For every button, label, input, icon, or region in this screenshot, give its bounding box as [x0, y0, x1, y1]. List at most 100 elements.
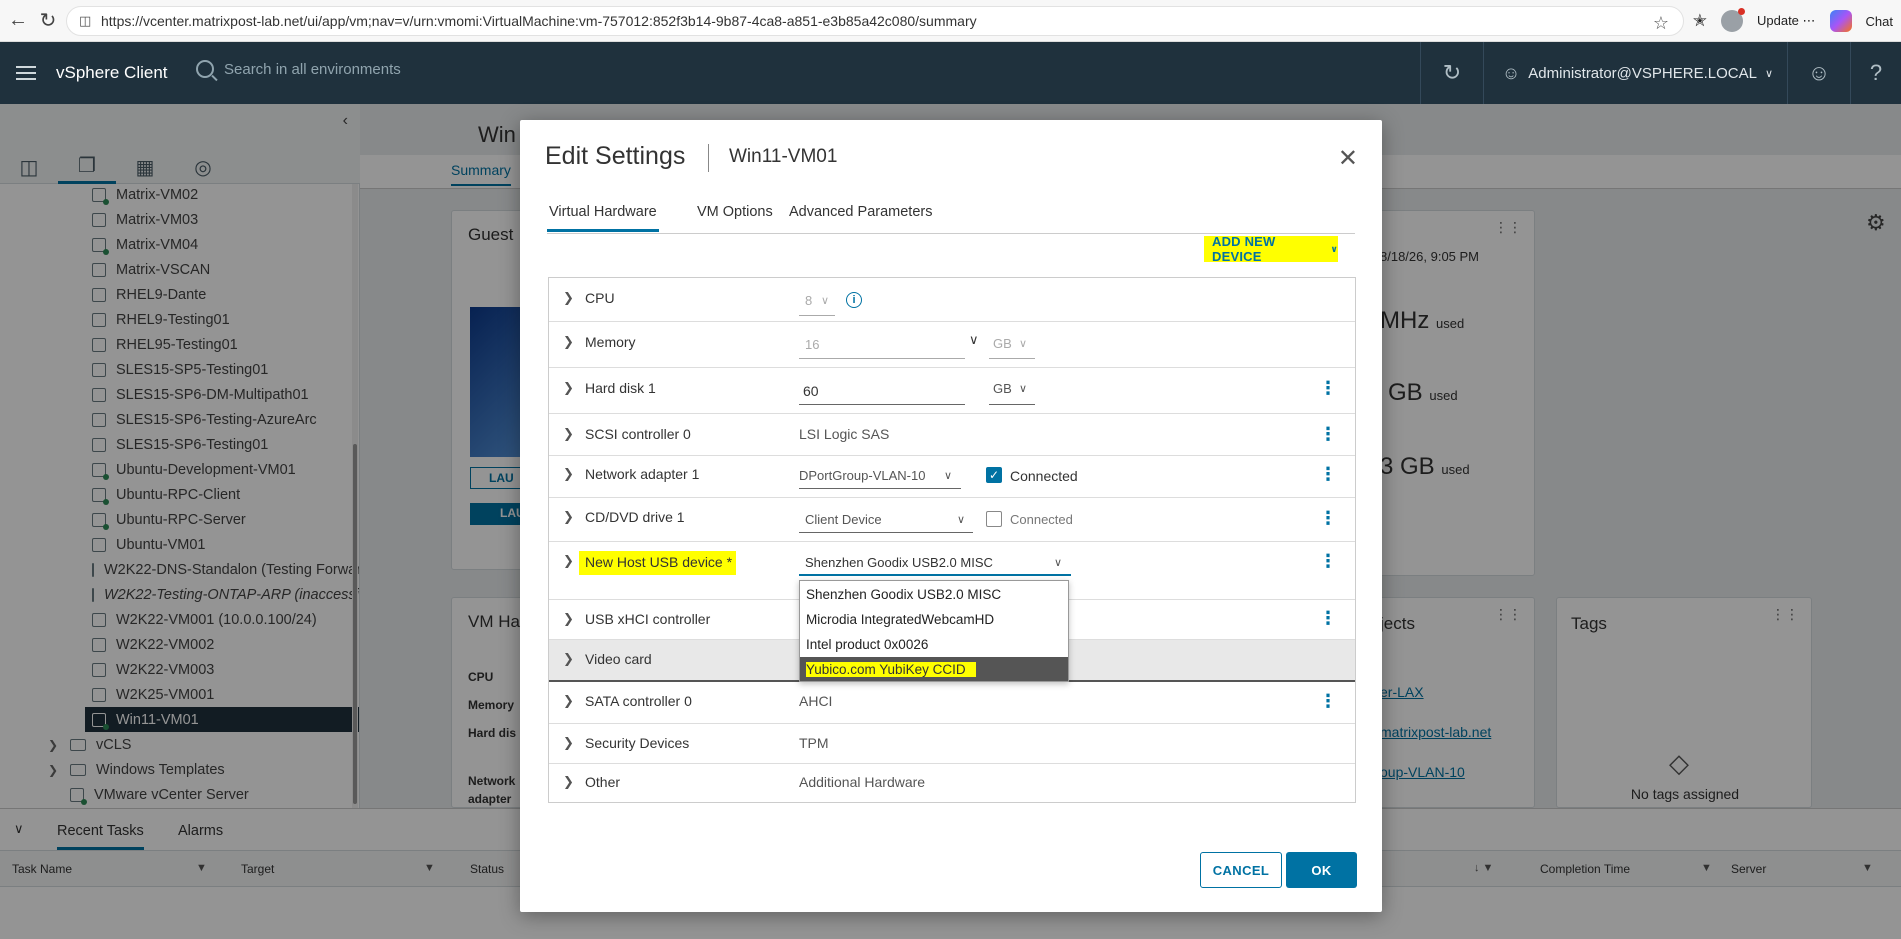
- hw-row-scsi-controller[interactable]: ❯ SCSI controller 0 LSI Logic SAS ⋮: [549, 414, 1355, 456]
- cancel-button[interactable]: CANCEL: [1200, 852, 1282, 888]
- usb-option[interactable]: Shenzhen Goodix USB2.0 MISC: [800, 582, 1068, 606]
- disk-size-input[interactable]: 60: [803, 383, 819, 399]
- hw-row-hard-disk[interactable]: ❯ Hard disk 1 60 GB ∨ ⋮: [549, 368, 1355, 414]
- expand-chevron-icon[interactable]: ❯: [563, 735, 574, 751]
- row-actions-icon[interactable]: ⋮: [1319, 691, 1337, 712]
- usb-option[interactable]: Intel product 0x0026: [800, 632, 1068, 656]
- chevron-down-icon: ∨: [1764, 67, 1773, 80]
- expand-chevron-icon[interactable]: ❯: [563, 466, 574, 482]
- cpu-select[interactable]: 8: [805, 293, 812, 308]
- tab-virtual-hardware[interactable]: Virtual Hardware: [547, 204, 659, 232]
- row-actions-icon[interactable]: ⋮: [1319, 608, 1337, 629]
- virtual-hardware-list: ❯ CPU 8 ∨ i ❯ Memory 16 ∨ GB ∨ ❯ Hard di…: [548, 277, 1356, 803]
- hw-row-other[interactable]: ❯ Other Additional Hardware: [549, 764, 1355, 802]
- network-select[interactable]: DPortGroup-VLAN-10: [799, 468, 925, 483]
- usb-option-selected[interactable]: Yubico.com YubiKey CCID: [800, 657, 1068, 681]
- profile-avatar[interactable]: [1720, 8, 1745, 32]
- expand-chevron-icon[interactable]: ❯: [563, 553, 574, 569]
- tab-advanced-parameters[interactable]: Advanced Parameters: [787, 204, 934, 229]
- site-info-icon[interactable]: ◫: [79, 13, 101, 29]
- hw-label: Hard disk 1: [585, 380, 656, 396]
- chevron-down-icon: ∨: [1019, 383, 1028, 395]
- app-title: vSphere Client: [56, 63, 168, 82]
- memory-input[interactable]: 16: [805, 337, 819, 352]
- browser-toolbar: ← ↻ ◫ https://vcenter.matrixpost-lab.net…: [0, 0, 1901, 42]
- hw-row-security-devices[interactable]: ❯ Security Devices TPM: [549, 724, 1355, 764]
- chevron-down-icon: ∨: [944, 470, 953, 482]
- chat-label[interactable]: Chat: [1866, 14, 1893, 29]
- hw-value: Additional Hardware: [799, 774, 926, 790]
- hw-row-cpu[interactable]: ❯ CPU 8 ∨ i: [549, 278, 1355, 322]
- app-header: vSphere Client Search in all environment…: [0, 42, 1901, 104]
- user-name: Administrator@VSPHERE.LOCAL: [1528, 64, 1757, 82]
- row-actions-icon[interactable]: ⋮: [1319, 424, 1337, 445]
- search-placeholder: Search in all environments: [224, 60, 401, 78]
- hw-label: SCSI controller 0: [585, 426, 691, 442]
- hw-label: SATA controller 0: [585, 693, 692, 709]
- user-menu[interactable]: ☺ Administrator@VSPHERE.LOCAL ∨: [1484, 63, 1787, 84]
- cddvd-connected-checkbox[interactable]: [986, 511, 1002, 527]
- chevron-down-icon: ∨: [1019, 338, 1028, 350]
- hw-label: Memory: [585, 334, 636, 350]
- hw-row-memory[interactable]: ❯ Memory 16 ∨ GB ∨: [549, 322, 1355, 368]
- expand-chevron-icon[interactable]: ❯: [563, 426, 574, 442]
- expand-chevron-icon[interactable]: ❯: [563, 693, 574, 709]
- memory-unit-select[interactable]: GB: [993, 336, 1012, 351]
- copilot-icon[interactable]: [1829, 10, 1852, 32]
- disk-unit-select[interactable]: GB: [993, 381, 1012, 396]
- chevron-down-icon: ∨: [1330, 243, 1338, 254]
- favorite-star-icon[interactable]: ☆: [1653, 13, 1669, 34]
- row-actions-icon[interactable]: ⋮: [1319, 464, 1337, 485]
- hw-row-cd-dvd[interactable]: ❯ CD/DVD drive 1 Client Device ∨ Connect…: [549, 498, 1355, 542]
- url-text: https://vcenter.matrixpost-lab.net/ui/ap…: [101, 13, 977, 29]
- expand-chevron-icon[interactable]: ❯: [563, 290, 574, 306]
- add-new-device-button[interactable]: ADD NEW DEVICE ∨: [1204, 234, 1338, 264]
- expand-chevron-icon[interactable]: ❯: [563, 509, 574, 525]
- cddvd-select[interactable]: Client Device: [805, 512, 882, 527]
- row-actions-icon[interactable]: ⋮: [1319, 551, 1337, 572]
- dialog-title: Edit Settings: [545, 142, 686, 170]
- expand-chevron-icon[interactable]: ❯: [563, 651, 574, 667]
- hw-row-network-adapter[interactable]: ❯ Network adapter 1 DPortGroup-VLAN-10 ∨…: [549, 456, 1355, 498]
- hw-label: Other: [585, 774, 621, 790]
- hw-label: CPU: [585, 290, 615, 306]
- checkbox-label: Connected: [1010, 468, 1078, 484]
- network-connected-checkbox[interactable]: ✓: [986, 467, 1002, 483]
- address-bar[interactable]: ◫ https://vcenter.matrixpost-lab.net/ui/…: [66, 6, 1684, 36]
- user-icon: ☺: [1501, 62, 1521, 83]
- add-new-device-label: ADD NEW DEVICE: [1212, 234, 1276, 264]
- update-button[interactable]: Update ⋯: [1757, 13, 1816, 29]
- favorites-icon[interactable]: ✭: [1693, 11, 1707, 31]
- help-icon[interactable]: ?: [1851, 42, 1901, 104]
- edit-settings-dialog: Edit Settings Win11-VM01 ✕ Virtual Hardw…: [520, 120, 1382, 912]
- search-icon: [196, 60, 214, 78]
- row-actions-icon[interactable]: ⋮: [1319, 378, 1337, 399]
- hw-label: Network adapter 1: [585, 466, 700, 482]
- global-search[interactable]: Search in all environments: [196, 60, 401, 78]
- hw-value: TPM: [799, 735, 829, 751]
- dialog-vm-name: Win11-VM01: [729, 146, 838, 167]
- hw-label: Security Devices: [585, 735, 690, 751]
- close-icon[interactable]: ✕: [1338, 144, 1358, 173]
- row-actions-icon[interactable]: ⋮: [1319, 508, 1337, 529]
- usb-device-select[interactable]: Shenzhen Goodix USB2.0 MISC: [805, 555, 993, 570]
- feedback-smiley-icon[interactable]: ☺: [1788, 42, 1850, 104]
- hw-value: AHCI: [799, 693, 833, 709]
- checkbox-label: Connected: [1010, 512, 1073, 527]
- expand-chevron-icon[interactable]: ❯: [563, 334, 574, 350]
- info-icon[interactable]: i: [846, 292, 862, 308]
- usb-option[interactable]: Microdia IntegratedWebcamHD: [800, 607, 1068, 631]
- expand-chevron-icon[interactable]: ❯: [563, 611, 574, 627]
- menu-icon[interactable]: [0, 66, 52, 80]
- reload-icon[interactable]: ↻: [30, 3, 66, 39]
- hw-row-sata-controller[interactable]: ❯ SATA controller 0 AHCI ⋮: [549, 682, 1355, 724]
- chevron-down-icon: ∨: [821, 295, 830, 307]
- refresh-icon[interactable]: ↻: [1421, 42, 1483, 104]
- dialog-tabs: Virtual Hardware VM Options Advanced Par…: [547, 204, 1355, 234]
- chevron-down-icon[interactable]: ∨: [969, 332, 979, 348]
- expand-chevron-icon[interactable]: ❯: [563, 380, 574, 396]
- hw-label: CD/DVD drive 1: [585, 509, 685, 525]
- expand-chevron-icon[interactable]: ❯: [563, 774, 574, 790]
- tab-vm-options[interactable]: VM Options: [695, 204, 775, 229]
- ok-button[interactable]: OK: [1286, 852, 1357, 888]
